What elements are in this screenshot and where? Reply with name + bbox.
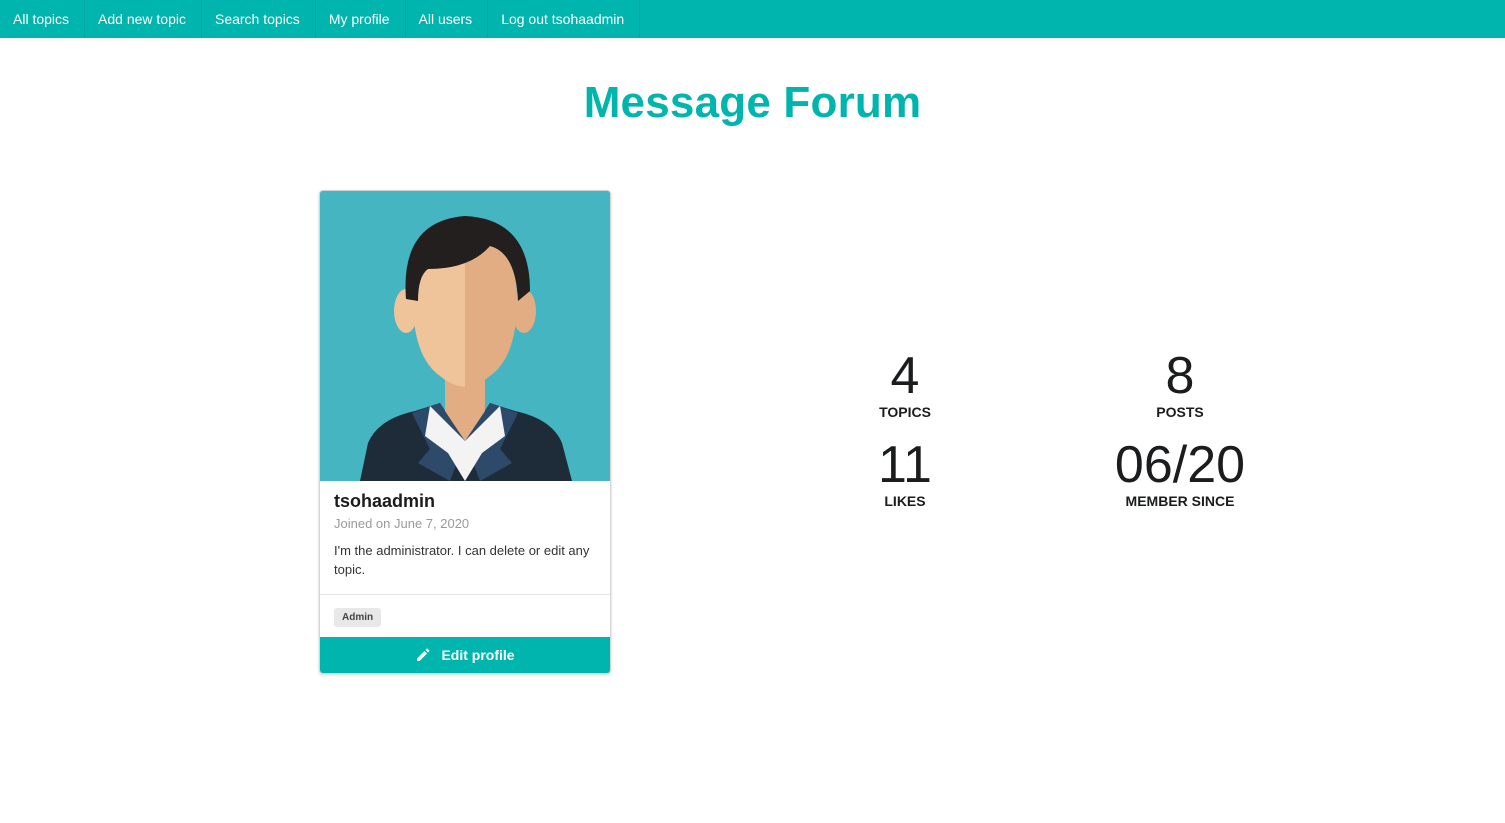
admin-badge: Admin [334,608,382,627]
stat-topics-value: 4 [890,347,920,405]
edit-profile-button[interactable]: Edit profile [320,637,610,673]
stat-member-since-value: 06/20 [1114,436,1246,494]
profile-username: tsohaadmin [334,491,436,511]
nav-all-topics[interactable]: All topics [0,0,86,38]
nav-my-profile[interactable]: My profile [316,0,406,38]
profile-card: tsohaadmin Joined on June 7, 2020 I'm th… [319,190,611,674]
stat-posts: 8 POSTS [1080,348,1280,420]
user-avatar-icon [320,191,610,481]
nav-add-new-topic[interactable]: Add new topic [85,0,202,38]
stat-likes-label: LIKES [884,493,926,509]
top-navigation: All topics Add new topic Search topics M… [0,0,1505,38]
stat-posts-label: POSTS [1156,404,1204,420]
pencil-icon [415,647,431,663]
stat-posts-value: 8 [1165,347,1195,405]
avatar [320,191,610,481]
stat-likes: 11 LIKES [805,437,1005,509]
edit-profile-label: Edit profile [441,647,515,663]
stat-member-since-label: MEMBER SINCE [1125,493,1235,509]
profile-bio: I'm the administrator. I can delete or e… [334,543,590,577]
nav-log-out[interactable]: Log out tsohaadmin [488,0,641,38]
stat-member-since: 06/20 MEMBER SINCE [1080,437,1280,509]
nav-search-topics[interactable]: Search topics [202,0,316,38]
stat-topics-label: TOPICS [879,404,931,420]
stat-likes-value: 11 [878,436,932,494]
nav-all-users[interactable]: All users [406,0,489,38]
page-title: Message Forum [583,78,922,127]
stat-topics: 4 TOPICS [805,348,1005,420]
profile-content: tsohaadmin Joined on June 7, 2020 I'm th… [320,481,610,579]
profile-extra: Admin [320,594,610,627]
profile-joined-date: Joined on June 7, 2020 [334,516,470,531]
